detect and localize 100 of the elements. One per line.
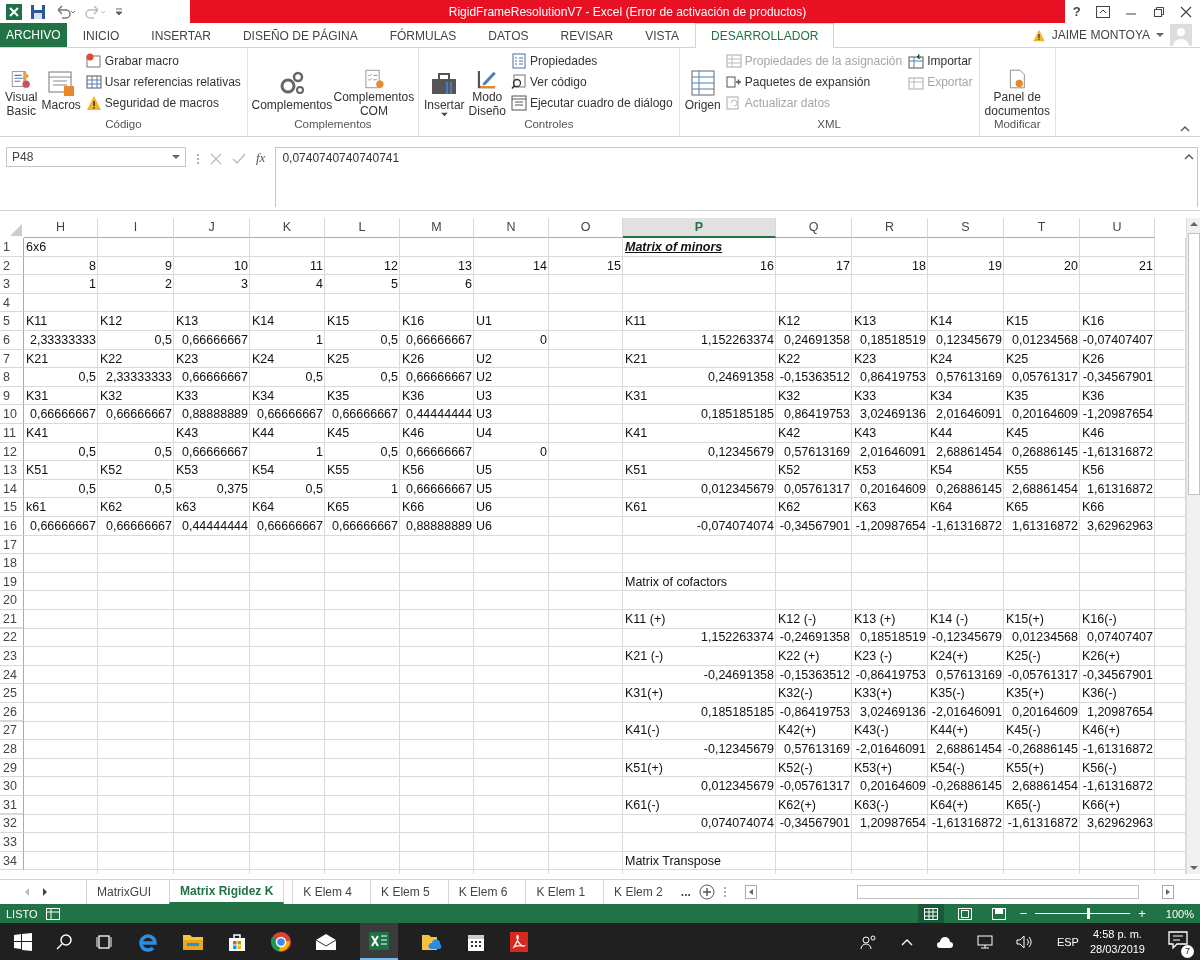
ribbon-tab[interactable]: INSERTAR <box>135 23 227 48</box>
file-tab[interactable]: ARCHIVO <box>0 23 67 47</box>
normal-view-icon[interactable] <box>923 907 938 920</box>
ribbon-tab[interactable]: INICIO <box>66 23 136 48</box>
row-header[interactable]: 20 <box>0 591 24 610</box>
row-header[interactable]: 19 <box>0 572 24 592</box>
ribbon-button[interactable]: Origen <box>683 50 722 118</box>
row-header[interactable]: 3 <box>0 275 24 294</box>
column-header[interactable]: I <box>98 218 174 238</box>
row-header[interactable]: 31 <box>0 795 24 815</box>
row-header[interactable]: 32 <box>0 814 24 833</box>
column-header[interactable]: R <box>852 218 928 238</box>
collapse-ribbon-icon[interactable] <box>1180 125 1190 132</box>
check-icon[interactable] <box>232 153 246 165</box>
document-icon[interactable] <box>509 930 529 953</box>
row-header[interactable]: 21 <box>0 609 24 629</box>
ribbon-button[interactable]: Propiedades <box>510 52 673 70</box>
name-box[interactable]: P48 <box>6 147 186 167</box>
chevron-up-icon[interactable] <box>900 937 913 946</box>
formula-field[interactable]: 0,0740740740740741 <box>275 147 1198 207</box>
scroll-right-icon[interactable] <box>1162 885 1174 899</box>
column-header[interactable]: M <box>400 218 474 238</box>
row-header[interactable]: 2 <box>0 256 24 276</box>
ribbon-button[interactable]: Paquetes de expansión <box>725 73 903 91</box>
zoom-slider-thumb[interactable] <box>1086 908 1090 919</box>
row-header[interactable]: 25 <box>0 684 24 703</box>
insert-function-button[interactable]: fx <box>256 150 266 166</box>
scroll-left-icon[interactable] <box>744 885 757 899</box>
column-header[interactable]: J <box>174 218 250 238</box>
row-header[interactable]: 28 <box>0 740 24 759</box>
column-header[interactable]: N <box>474 218 549 238</box>
ribbon-tab[interactable]: FÓRMULAS <box>373 23 473 48</box>
ribbon-button[interactable]: Panel de documentos <box>983 50 1051 118</box>
speaker-icon[interactable] <box>1015 934 1034 949</box>
ribbon-button[interactable]: Ejecutar cuadro de diálogo <box>510 94 673 112</box>
people-icon[interactable] <box>859 933 878 950</box>
ribbon-button[interactable]: Modo Diseño <box>467 50 507 118</box>
row-header[interactable]: 5 <box>0 312 24 331</box>
ribbon-button[interactable]: Usar referencias relativas <box>85 73 241 91</box>
ribbon-button[interactable]: Importar <box>908 52 973 70</box>
row-header[interactable]: 33 <box>0 833 24 852</box>
ribbon-tab[interactable]: VISTA <box>629 23 696 48</box>
row-header[interactable]: 7 <box>0 349 24 369</box>
close-icon[interactable] <box>1180 5 1193 18</box>
ribbon-button[interactable]: Macros <box>40 50 82 118</box>
ribbon-button[interactable]: Grabar macro <box>85 52 241 70</box>
ribbon-tab[interactable]: REVISAR <box>544 23 630 48</box>
task-view-icon[interactable] <box>96 932 114 951</box>
row-header[interactable]: 23 <box>0 647 24 666</box>
row-header[interactable]: 9 <box>0 386 24 406</box>
ribbon-tab[interactable]: DATOS <box>472 23 545 48</box>
notification-icon[interactable] <box>1168 931 1188 949</box>
search-icon[interactable] <box>55 932 73 951</box>
collapse-icon[interactable] <box>1184 153 1194 160</box>
row-header[interactable]: 34 <box>0 851 24 871</box>
ribbon-button[interactable]: Complementos <box>251 50 332 118</box>
colored-circle-icon[interactable] <box>270 930 292 953</box>
add-sheet-icon[interactable] <box>698 884 715 900</box>
column-header[interactable]: U <box>1080 218 1155 238</box>
clock-date[interactable]: 28/03/2019 <box>1089 941 1145 957</box>
spreadsheet-icon[interactable] <box>368 930 390 951</box>
column-header[interactable]: P <box>623 218 776 238</box>
row-header[interactable]: 10 <box>0 405 24 424</box>
page-break-icon[interactable] <box>991 907 1006 920</box>
column-header[interactable]: O <box>549 218 623 238</box>
ribbon-tab[interactable]: DESARROLLADOR <box>695 23 835 48</box>
row-header[interactable]: 4 <box>0 293 24 313</box>
column-header[interactable]: L <box>325 218 400 238</box>
envelope-icon[interactable] <box>315 932 337 951</box>
restore-icon[interactable] <box>1152 5 1165 18</box>
row-header[interactable]: 26 <box>0 702 24 722</box>
row-header[interactable]: 1 <box>0 238 24 257</box>
help-button[interactable]: ? <box>1072 4 1081 19</box>
row-header[interactable]: 14 <box>0 479 24 499</box>
undo-icon[interactable] <box>54 3 76 20</box>
ribbon-button[interactable]: Insertar <box>422 50 466 118</box>
column-header[interactable]: H <box>24 218 98 238</box>
row-header[interactable]: 29 <box>0 758 24 778</box>
start-icon[interactable] <box>14 932 32 951</box>
input-language[interactable]: ESP <box>1056 935 1079 948</box>
row-header[interactable]: 27 <box>0 721 24 741</box>
row-header[interactable]: 8 <box>0 368 24 387</box>
column-header[interactable]: T <box>1004 218 1080 238</box>
column-header[interactable]: S <box>928 218 1004 238</box>
sheet-tab[interactable]: Matrix Rigidez K <box>169 880 285 904</box>
zoom-level[interactable]: 100% <box>1165 907 1194 920</box>
caret-icon[interactable] <box>1156 32 1164 38</box>
row-header[interactable]: 24 <box>0 665 24 685</box>
shopping-bag-icon[interactable] <box>227 931 247 952</box>
zoom-in-button[interactable]: + <box>1138 906 1146 921</box>
ribbon-button[interactable]: Seguridad de macros <box>85 94 241 112</box>
row-header[interactable]: 16 <box>0 516 24 536</box>
row-header[interactable]: 18 <box>0 554 24 573</box>
ribbon-button[interactable]: Complementos COM <box>333 50 414 118</box>
page-layout-icon[interactable] <box>957 907 972 920</box>
cloud-icon[interactable] <box>935 934 954 949</box>
row-header[interactable]: 22 <box>0 628 24 648</box>
column-header[interactable]: Q <box>776 218 852 238</box>
scrollbar-thumb[interactable] <box>856 885 1139 899</box>
ribbon-button[interactable]: Ver código <box>510 73 673 91</box>
